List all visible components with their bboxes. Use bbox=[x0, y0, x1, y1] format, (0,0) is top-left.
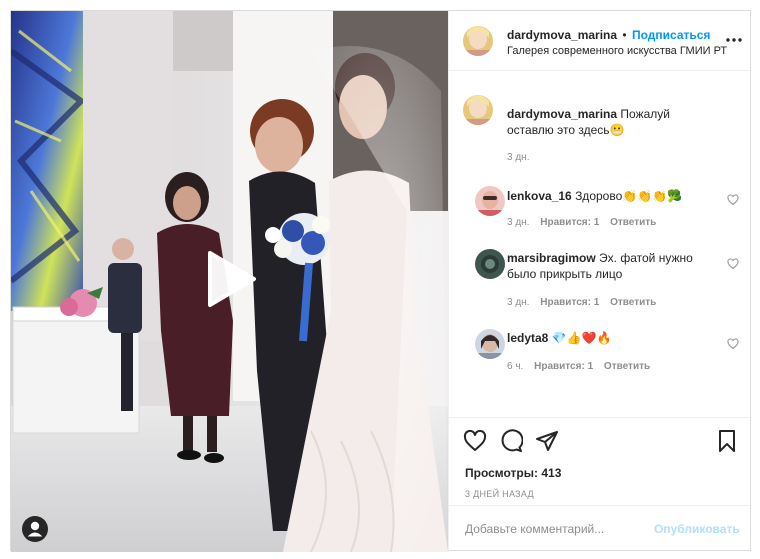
commenter-avatar[interactable] bbox=[475, 329, 505, 359]
comment-text: ledyta8 💎👍❤️🔥 bbox=[507, 330, 717, 346]
heart-icon[interactable] bbox=[463, 429, 487, 453]
post-side-panel: dardymova_marina • Подписаться Галерея с… bbox=[448, 11, 752, 552]
caption-text: dardymova_marina Пожалуй оставлю это зде… bbox=[507, 106, 717, 138]
header-user-line: dardymova_marina • Подписаться bbox=[507, 28, 710, 42]
comment-input[interactable] bbox=[465, 520, 645, 538]
comment-meta: 3 дн. Нравится: 1 Ответить bbox=[507, 217, 664, 228]
paper-plane-icon[interactable] bbox=[535, 429, 559, 453]
comment-likes[interactable]: Нравится: 1 bbox=[534, 361, 593, 372]
bookmark-icon[interactable] bbox=[715, 429, 739, 453]
views-label: Просмотры: bbox=[465, 466, 539, 480]
separator-dot: • bbox=[622, 28, 627, 42]
comment-text: lenkova_16 Здорово👏👏👏🥦 bbox=[507, 188, 717, 204]
instagram-post: dardymova_marina • Подписаться Галерея с… bbox=[10, 10, 752, 552]
reply-button[interactable]: Ответить bbox=[610, 297, 656, 308]
post-header: dardymova_marina • Подписаться Галерея с… bbox=[449, 11, 752, 71]
comment-username[interactable]: ledyta8 bbox=[507, 331, 548, 345]
reply-button[interactable]: Ответить bbox=[604, 361, 650, 372]
comment-body: 💎👍❤️🔥 bbox=[551, 331, 612, 345]
comment-username[interactable]: marsibragimow bbox=[507, 251, 596, 265]
commenter-avatar[interactable] bbox=[475, 186, 505, 216]
more-options-icon[interactable] bbox=[725, 33, 743, 47]
comment-likes[interactable]: Нравится: 1 bbox=[540, 217, 599, 228]
user-icon[interactable] bbox=[22, 516, 48, 542]
caption-meta: 3 дн. bbox=[507, 152, 537, 163]
follow-button[interactable]: Подписаться bbox=[632, 28, 710, 42]
commenter-avatar[interactable] bbox=[475, 249, 505, 279]
heart-icon[interactable] bbox=[727, 194, 739, 206]
comment-meta: 3 дн. Нравится: 1 Ответить bbox=[507, 297, 664, 308]
comment-bubble-icon[interactable] bbox=[499, 429, 523, 453]
add-comment-bar: Опубликовать bbox=[449, 505, 752, 552]
location-link[interactable]: Галерея современного искусства ГМИИ РТ bbox=[507, 45, 727, 57]
comments-list: dardymova_marina Пожалуй оставлю это зде… bbox=[449, 72, 752, 417]
comment-likes[interactable]: Нравится: 1 bbox=[540, 297, 599, 308]
heart-icon[interactable] bbox=[727, 338, 739, 350]
views-count[interactable]: Просмотры: 413 bbox=[465, 466, 561, 480]
caption-author-avatar[interactable] bbox=[463, 95, 493, 125]
publish-button[interactable]: Опубликовать bbox=[654, 522, 740, 536]
comment-username[interactable]: lenkova_16 bbox=[507, 189, 572, 203]
comment-time[interactable]: 6 ч. bbox=[507, 361, 523, 372]
comment-meta: 6 ч. Нравится: 1 Ответить bbox=[507, 361, 658, 372]
comment-text: marsibragimow Эх. фатой нужно было прикр… bbox=[507, 250, 717, 282]
heart-icon[interactable] bbox=[727, 258, 739, 270]
play-icon[interactable] bbox=[200, 249, 260, 309]
reply-button[interactable]: Ответить bbox=[610, 217, 656, 228]
comment-time[interactable]: 3 дн. bbox=[507, 297, 529, 308]
views-number: 413 bbox=[541, 466, 562, 480]
post-actions: Просмотры: 413 3 ДНЕЙ НАЗАД bbox=[449, 417, 752, 505]
post-date[interactable]: 3 ДНЕЙ НАЗАД bbox=[465, 489, 534, 499]
author-username[interactable]: dardymova_marina bbox=[507, 28, 617, 42]
post-video[interactable] bbox=[11, 11, 448, 552]
author-avatar[interactable] bbox=[463, 26, 493, 56]
grimace-emoji: 😬 bbox=[609, 123, 625, 137]
caption-username[interactable]: dardymova_marina bbox=[507, 107, 617, 121]
caption-time[interactable]: 3 дн. bbox=[507, 152, 529, 163]
comment-time[interactable]: 3 дн. bbox=[507, 217, 529, 228]
comment-body: Здорово👏👏👏🥦 bbox=[575, 189, 683, 203]
